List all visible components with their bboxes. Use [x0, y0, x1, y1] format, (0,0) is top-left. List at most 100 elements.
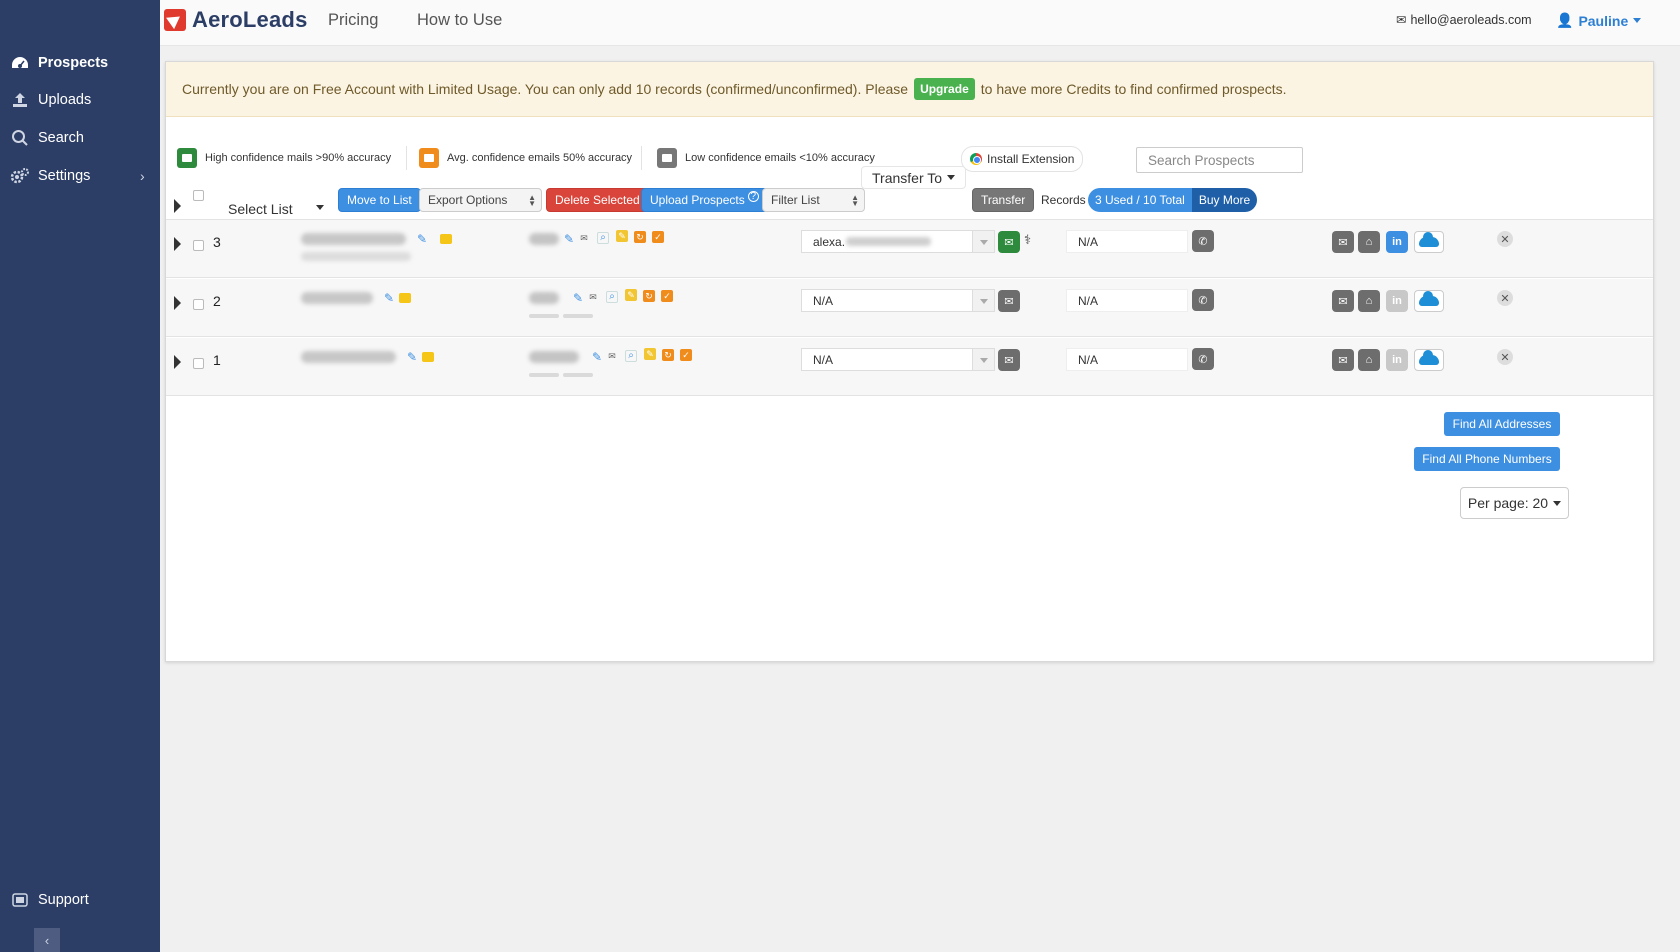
refresh-icon[interactable]: ↻: [662, 349, 674, 361]
email-select[interactable]: N/A: [801, 289, 995, 312]
buy-more-button[interactable]: Buy More: [1191, 188, 1258, 212]
home-icon[interactable]: ⌂: [1358, 349, 1380, 371]
prospect-name-blurred: [301, 351, 396, 363]
usage-pill: 3 Used / 10 Total Buy More: [1088, 188, 1258, 212]
envelope-icon: ✉: [1396, 13, 1407, 27]
note-icon[interactable]: [440, 234, 452, 244]
delete-selected-button[interactable]: Delete Selected: [546, 188, 649, 212]
legend-avg-confidence: Avg. confidence emails 50% accuracy: [419, 148, 632, 168]
transfer-button[interactable]: Transfer: [972, 188, 1035, 212]
edit-name-icon[interactable]: ✎: [416, 233, 428, 245]
note-icon[interactable]: ✎: [644, 348, 656, 360]
user-menu[interactable]: 👤 Pauline: [1556, 12, 1642, 29]
phone-field[interactable]: N/A: [1066, 230, 1188, 253]
note-icon[interactable]: ✎: [616, 230, 628, 242]
select-all-checkbox[interactable]: [193, 190, 204, 201]
caret-down-icon: [947, 175, 956, 180]
export-options-select[interactable]: Export Options ▲ ▼: [419, 188, 542, 212]
find-all-addresses-button[interactable]: Find All Addresses: [1444, 412, 1560, 436]
salesforce-cloud-icon[interactable]: [1414, 290, 1444, 312]
email-action-icon[interactable]: ✉: [1332, 349, 1354, 371]
refresh-icon[interactable]: ↻: [643, 290, 655, 302]
email-select[interactable]: N/A: [801, 348, 995, 371]
home-icon[interactable]: ⌂: [1358, 290, 1380, 312]
note-icon[interactable]: ✎: [625, 289, 637, 301]
linkedin-icon[interactable]: in: [1386, 290, 1408, 312]
check-icon[interactable]: ✓: [661, 290, 673, 302]
upgrade-button[interactable]: Upgrade: [914, 78, 975, 100]
chrome-icon: [970, 153, 982, 165]
salesforce-cloud-icon[interactable]: [1414, 349, 1444, 371]
find-all-phone-numbers-button[interactable]: Find All Phone Numbers: [1414, 447, 1560, 471]
phone-field[interactable]: N/A: [1066, 289, 1188, 312]
contact-email[interactable]: ✉ hello@aeroleads.com: [1396, 12, 1532, 28]
search-icon[interactable]: ⌕: [625, 350, 637, 362]
legend-label: Low confidence emails <10% accuracy: [685, 152, 875, 164]
legend-label: Avg. confidence emails 50% accuracy: [447, 152, 633, 164]
row-checkbox[interactable]: [193, 299, 204, 310]
nav-how-to-use[interactable]: How to Use: [417, 11, 502, 30]
phone-icon[interactable]: ✆: [1192, 289, 1214, 311]
phone-icon[interactable]: ✆: [1192, 348, 1214, 370]
find-email-icon[interactable]: ✉: [998, 349, 1020, 371]
row-checkbox[interactable]: [193, 240, 204, 251]
install-extension-button[interactable]: Install Extension: [961, 146, 1084, 172]
check-icon[interactable]: ✓: [652, 231, 664, 243]
company-blurred: [529, 292, 559, 304]
sidebar-item-label: Search: [38, 130, 84, 146]
email-action-icon[interactable]: ✉: [1332, 290, 1354, 312]
sidebar-item-settings[interactable]: Settings ›: [10, 166, 150, 186]
delete-row-icon[interactable]: ✕: [1497, 349, 1513, 365]
linkedin-icon[interactable]: in: [1386, 349, 1408, 371]
search-icon[interactable]: ⌕: [606, 291, 618, 303]
expand-all-caret-icon[interactable]: [174, 199, 181, 213]
sidebar-item-uploads[interactable]: Uploads: [10, 90, 91, 110]
filter-list-select[interactable]: Filter List ▲ ▼: [762, 188, 865, 212]
support-icon: [10, 890, 30, 910]
note-icon[interactable]: [399, 293, 411, 303]
brand-logo[interactable]: AeroLeads: [164, 7, 308, 33]
verified-email-icon[interactable]: ✉: [998, 231, 1020, 253]
row-checkbox[interactable]: [193, 358, 204, 369]
phone-icon[interactable]: ✆: [1192, 230, 1214, 252]
move-to-list-button[interactable]: Move to List: [338, 188, 421, 212]
delete-row-icon[interactable]: ✕: [1497, 290, 1513, 306]
note-icon[interactable]: [422, 352, 434, 362]
upload-prospects-button[interactable]: Upload Prospects ?: [641, 188, 768, 212]
sidebar-item-support[interactable]: Support: [10, 890, 89, 910]
per-page-dropdown[interactable]: Per page: 20: [1460, 487, 1569, 519]
expand-row-caret-icon[interactable]: [174, 355, 181, 369]
check-icon[interactable]: ✓: [680, 349, 692, 361]
home-icon[interactable]: ⌂: [1358, 231, 1380, 253]
edit-name-icon[interactable]: ✎: [406, 351, 418, 363]
edit-company-icon[interactable]: ✎: [572, 292, 584, 304]
salesforce-cloud-icon[interactable]: [1414, 231, 1444, 253]
expand-row-caret-icon[interactable]: [174, 237, 181, 251]
edit-company-icon[interactable]: ✎: [591, 351, 603, 363]
find-email-icon[interactable]: ✉: [998, 290, 1020, 312]
email-action-icon[interactable]: ✉: [1332, 231, 1354, 253]
envelope-icon[interactable]: ✉: [578, 232, 590, 244]
sidebar-item-prospects[interactable]: Prospects: [10, 53, 108, 73]
search-icon[interactable]: ⌕: [597, 232, 609, 244]
linkedin-icon[interactable]: in: [1386, 231, 1408, 253]
envelope-icon[interactable]: ✉: [606, 350, 618, 362]
stethoscope-icon[interactable]: ⚕: [1024, 232, 1031, 248]
edit-company-icon[interactable]: ✎: [563, 233, 575, 245]
transfer-to-dropdown[interactable]: Transfer To: [861, 166, 967, 189]
delete-row-icon[interactable]: ✕: [1497, 231, 1513, 247]
phone-field[interactable]: N/A: [1066, 348, 1188, 371]
select-list-dropdown[interactable]: Select List: [222, 197, 334, 220]
refresh-icon[interactable]: ↻: [634, 231, 646, 243]
envelope-icon[interactable]: ✉: [587, 291, 599, 303]
help-icon: ?: [747, 190, 759, 202]
collapse-sidebar-button[interactable]: ‹: [34, 928, 60, 952]
search-prospects-input[interactable]: [1136, 147, 1303, 173]
email-select[interactable]: alexa.: [801, 230, 995, 253]
sidebar-item-search[interactable]: Search: [10, 128, 84, 148]
expand-row-caret-icon[interactable]: [174, 296, 181, 310]
edit-name-icon[interactable]: ✎: [383, 292, 395, 304]
email-value: N/A: [813, 352, 834, 367]
nav-pricing[interactable]: Pricing: [328, 11, 378, 30]
topbar: AeroLeads Pricing How to Use ✉ hello@aer…: [160, 0, 1680, 46]
